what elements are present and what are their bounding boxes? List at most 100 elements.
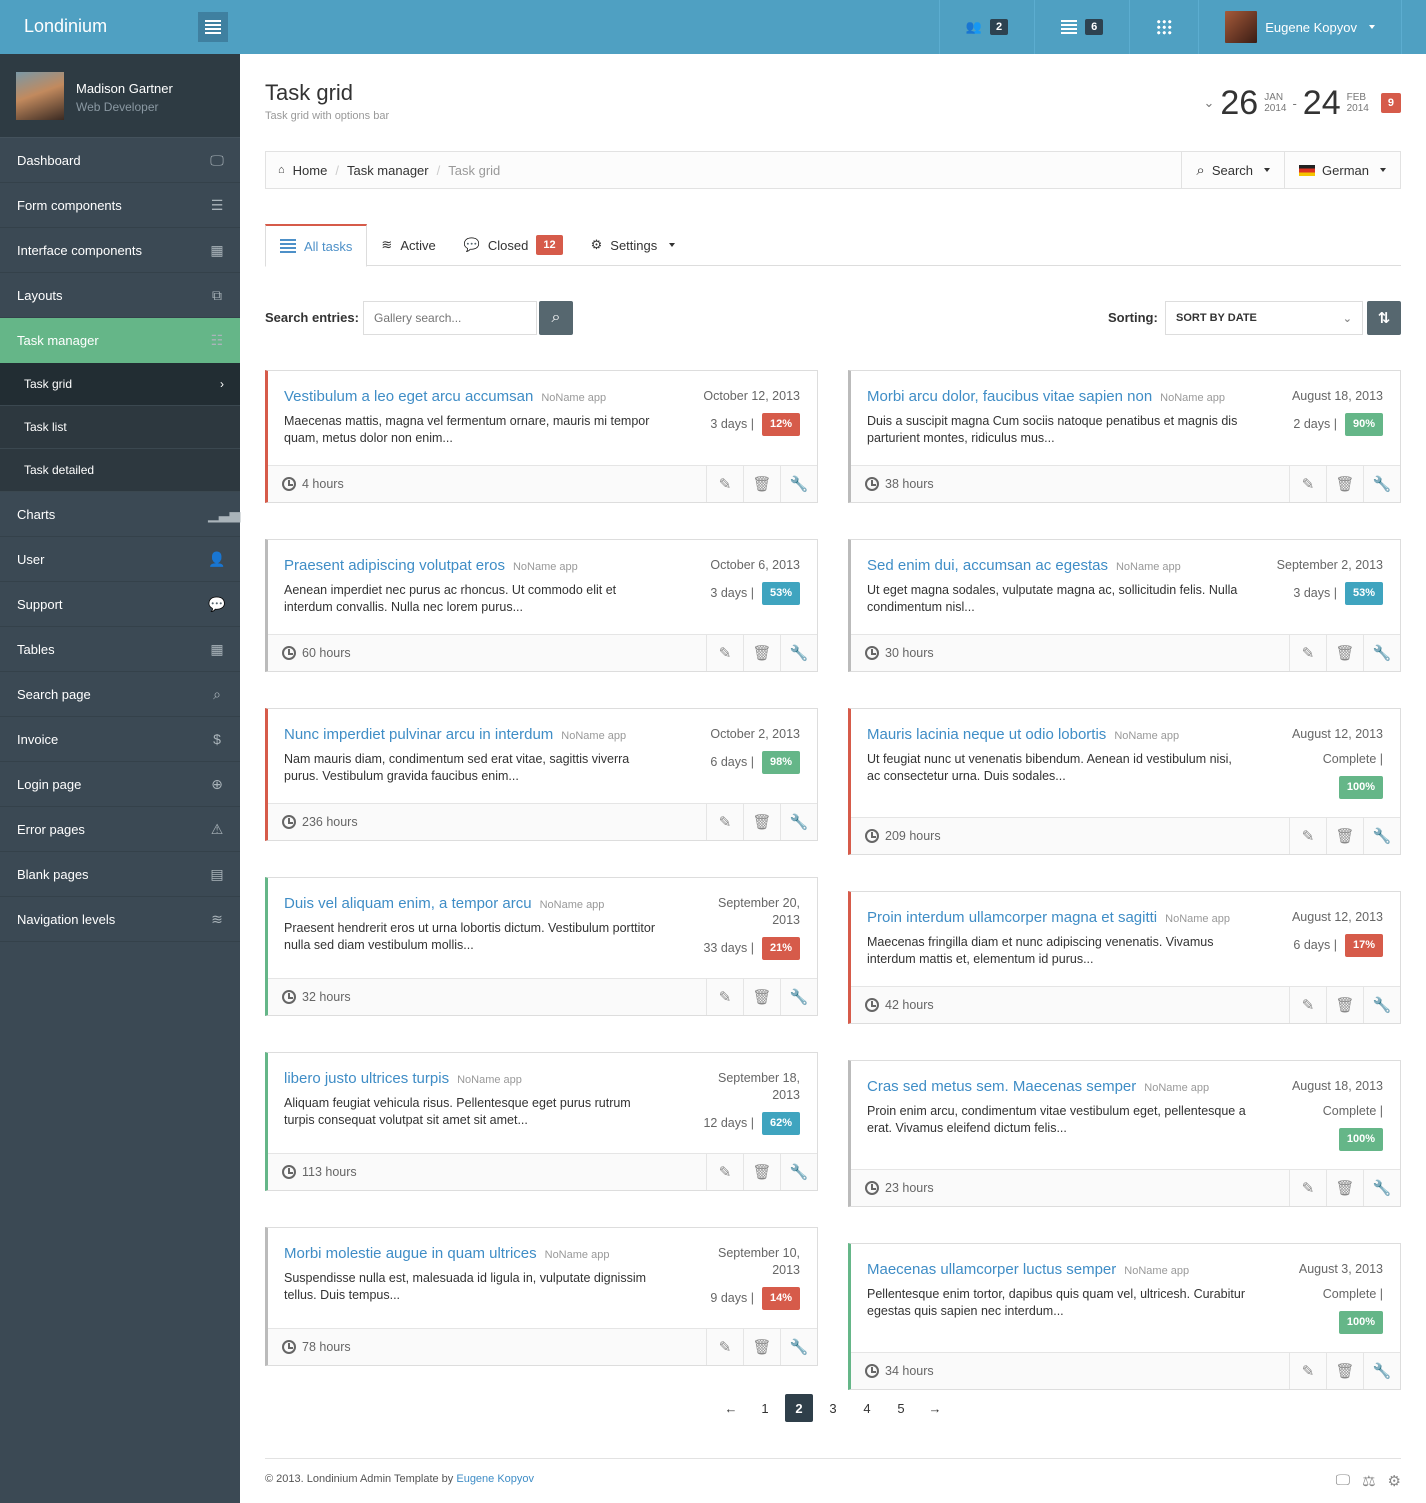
edit-icon[interactable]: ✎ [1289, 466, 1326, 502]
wrench-icon[interactable]: 🔧 [780, 635, 817, 671]
date-range[interactable]: ⌄ 26 JAN 2014 - 24 FEB 2014 9 [1203, 86, 1401, 120]
task-title[interactable]: Proin interdum ullamcorper magna et sagi… [867, 909, 1157, 926]
apps-button[interactable] [1129, 0, 1198, 54]
wrench-icon[interactable]: 🔧 [1363, 987, 1400, 1023]
page-5-button[interactable]: 5 [887, 1394, 915, 1422]
tasks-badge: 6 [1085, 19, 1104, 35]
task-title[interactable]: libero justo ultrices turpis [284, 1070, 449, 1087]
wrench-icon[interactable]: 🔧 [1363, 818, 1400, 854]
trash-icon[interactable]: 🗑 [743, 635, 780, 671]
wrench-icon[interactable]: 🔧 [780, 1154, 817, 1190]
trash-icon[interactable]: 🗑 [743, 1329, 780, 1365]
sidebar-item-navigation-levels[interactable]: Navigation levels ≋ [0, 897, 240, 942]
trash-icon[interactable]: 🗑 [743, 979, 780, 1015]
task-title[interactable]: Morbi arcu dolor, faucibus vitae sapien … [867, 388, 1152, 405]
edit-icon[interactable]: ✎ [706, 979, 743, 1015]
sidebar-item-blank-pages[interactable]: Blank pages ▤ [0, 852, 240, 897]
sidebar-item-charts[interactable]: Charts ▁▃▅ [0, 492, 240, 537]
task-title[interactable]: Nunc imperdiet pulvinar arcu in interdum [284, 726, 553, 743]
edit-icon[interactable]: ✎ [706, 1154, 743, 1190]
users-button[interactable]: 👥 2 [938, 0, 1034, 54]
sidebar-item-error-pages[interactable]: Error pages ⚠ [0, 807, 240, 852]
page-1-button[interactable]: 1 [751, 1394, 779, 1422]
wrench-icon[interactable]: 🔧 [780, 804, 817, 840]
edit-icon[interactable]: ✎ [706, 804, 743, 840]
wrench-icon[interactable]: 🔧 [780, 466, 817, 502]
search-button[interactable]: ⌕ [539, 301, 573, 335]
sidebar-subitem-task-grid[interactable]: Task grid › [0, 363, 240, 406]
balance-icon[interactable]: ⚖ [1362, 1472, 1375, 1490]
sidebar-subitem-task-detailed[interactable]: Task detailed [0, 449, 240, 492]
trash-icon[interactable]: 🗑 [743, 466, 780, 502]
sidebar-item-search-page[interactable]: Search page ⌕ [0, 672, 240, 717]
sidebar-subitem-task-list[interactable]: Task list [0, 406, 240, 449]
chevron-down-icon[interactable]: ⌄ [1203, 95, 1214, 111]
page-2-button[interactable]: 2 [785, 1394, 813, 1422]
trash-icon[interactable]: 🗑 [743, 804, 780, 840]
sidebar-item-user[interactable]: User 👤 [0, 537, 240, 582]
trash-icon[interactable]: 🗑 [1326, 818, 1363, 854]
trash-icon[interactable]: 🗑 [743, 1154, 780, 1190]
sidebar-item-interface-components[interactable]: Interface components ▦ [0, 228, 240, 273]
task-title[interactable]: Morbi molestie augue in quam ultrices [284, 1245, 537, 1262]
wrench-icon[interactable]: 🔧 [1363, 1170, 1400, 1206]
tab-active[interactable]: ≋ Active [367, 224, 449, 266]
tab-all-tasks[interactable]: All tasks [265, 224, 368, 267]
language-dropdown[interactable]: German [1284, 152, 1400, 188]
sidebar-item-layouts[interactable]: Layouts ⧉ [0, 273, 240, 318]
wrench-icon[interactable]: 🔧 [780, 979, 817, 1015]
sidebar-item-task-manager[interactable]: Task manager ☷ [0, 318, 240, 363]
wrench-icon[interactable]: 🔧 [780, 1329, 817, 1365]
gear-icon[interactable]: ⚙ [1388, 1472, 1401, 1490]
edit-icon[interactable]: ✎ [706, 466, 743, 502]
user-menu[interactable]: Eugene Kopyov [1198, 0, 1401, 54]
tasks-button[interactable]: 6 [1034, 0, 1129, 54]
task-title[interactable]: Sed enim dui, accumsan ac egestas [867, 557, 1108, 574]
sidebar-item-invoice[interactable]: Invoice $ [0, 717, 240, 762]
wrench-icon[interactable]: 🔧 [1363, 466, 1400, 502]
trash-icon[interactable]: 🗑 [1326, 466, 1363, 502]
trash-icon[interactable]: 🗑 [1326, 1353, 1363, 1389]
sidebar-toggle-button[interactable] [198, 12, 228, 42]
edit-icon[interactable]: ✎ [1289, 1353, 1326, 1389]
edit-icon[interactable]: ✎ [1289, 1170, 1326, 1206]
footer-author-link[interactable]: Eugene Kopyov [456, 1473, 534, 1485]
trash-icon[interactable]: 🗑 [1326, 987, 1363, 1023]
task-title[interactable]: Maecenas ullamcorper luctus semper [867, 1261, 1116, 1278]
monitor-icon[interactable]: 🖵 [1336, 1472, 1350, 1490]
edit-icon[interactable]: ✎ [1289, 635, 1326, 671]
next-page-button[interactable]: → [921, 1394, 949, 1422]
tab-closed[interactable]: 💬 Closed 12 [450, 224, 577, 266]
wrench-icon[interactable]: 🔧 [1363, 635, 1400, 671]
edit-icon[interactable]: ✎ [706, 1329, 743, 1365]
prev-page-button[interactable]: ← [717, 1394, 745, 1422]
wrench-icon[interactable]: 🔧 [1363, 1353, 1400, 1389]
edit-icon[interactable]: ✎ [1289, 987, 1326, 1023]
page-3-button[interactable]: 3 [819, 1394, 847, 1422]
sidebar-item-login-page[interactable]: Login page ⊕ [0, 762, 240, 807]
trash-icon[interactable]: 🗑 [1326, 1170, 1363, 1206]
profile-block[interactable]: Madison Gartner Web Developer [0, 54, 240, 138]
task-title[interactable]: Vestibulum a leo eget arcu accumsan [284, 388, 533, 405]
sort-direction-button[interactable]: ⇅ [1367, 301, 1401, 335]
trash-icon[interactable]: 🗑 [1326, 635, 1363, 671]
page-4-button[interactable]: 4 [853, 1394, 881, 1422]
tab-settings[interactable]: ⚙ Settings [577, 224, 690, 266]
edit-icon[interactable]: ✎ [1289, 818, 1326, 854]
breadcrumb-home[interactable]: Home [293, 163, 328, 178]
task-title[interactable]: Cras sed metus sem. Maecenas semper [867, 1078, 1136, 1095]
sidebar-item-support[interactable]: Support 💬 [0, 582, 240, 627]
sidebar-item-tables[interactable]: Tables ▦ [0, 627, 240, 672]
task-title[interactable]: Duis vel aliquam enim, a tempor arcu [284, 895, 532, 912]
task-duration: 3 days | [1293, 586, 1337, 600]
sidebar-item-form-components[interactable]: Form components ☰ [0, 183, 240, 228]
task-title[interactable]: Praesent adipiscing volutpat eros [284, 557, 505, 574]
edit-icon[interactable]: ✎ [706, 635, 743, 671]
breadcrumb-task-manager[interactable]: Task manager [347, 163, 429, 178]
task-title[interactable]: Mauris lacinia neque ut odio lobortis [867, 726, 1106, 743]
sidebar-item-dashboard[interactable]: Dashboard 🖵 [0, 138, 240, 183]
sort-select[interactable]: SORT BY DATE ⌄ [1165, 301, 1363, 335]
search-dropdown[interactable]: ⌕ Search [1181, 152, 1284, 188]
search-input[interactable] [363, 301, 537, 335]
brand-logo[interactable]: Londinium [24, 16, 107, 37]
